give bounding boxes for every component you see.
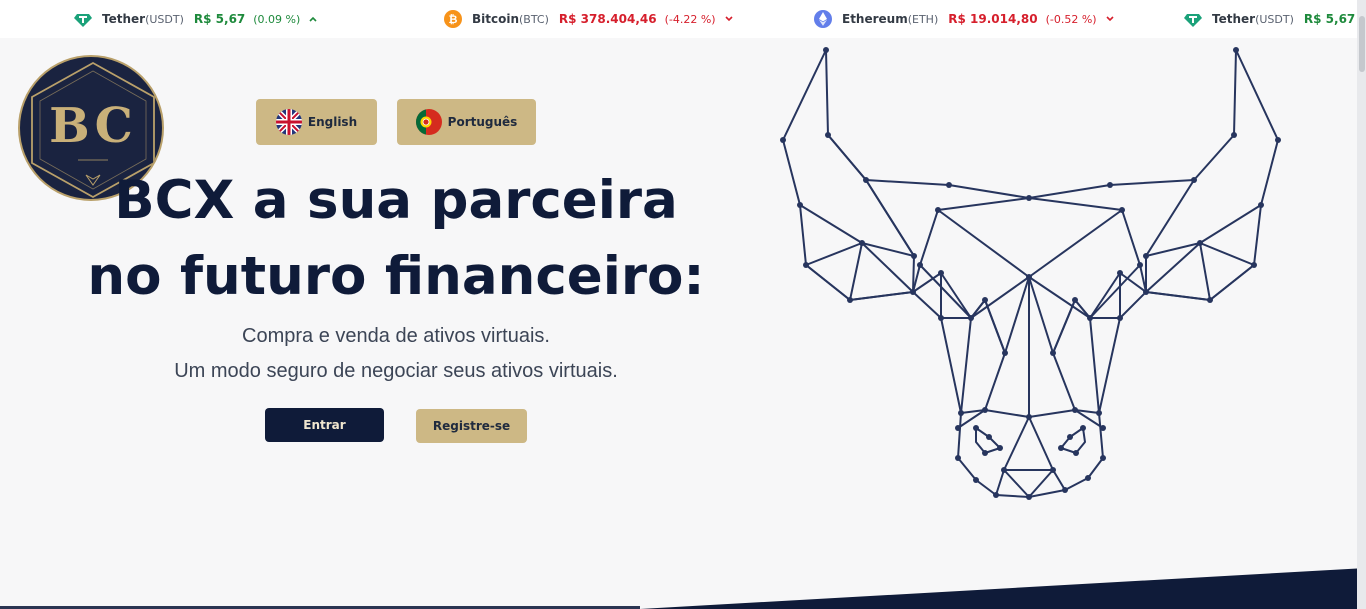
uk-flag-icon	[275, 109, 302, 135]
tether-icon	[74, 10, 92, 28]
language-english-label: English	[307, 115, 358, 129]
ticker-change: (-4.22 %)	[664, 12, 716, 26]
svg-text:₿: ₿	[449, 13, 458, 26]
ticker-coin-symbol: (BTC)	[519, 12, 549, 26]
ticker-item-tether[interactable]: Tether (USDT) R$ 5,67 (0.09 %)	[74, 0, 318, 38]
crypto-ticker: Tether (USDT) R$ 5,67 (0.09 %) ₿ Bitcoin…	[0, 0, 1366, 38]
ticker-coin-name: Bitcoin	[472, 12, 520, 26]
tether-icon	[1184, 10, 1202, 28]
register-button[interactable]: Registre-se	[416, 409, 527, 443]
ticker-coin-name: Tether	[102, 12, 146, 26]
hero-title: BCX a sua parceira no futuro financeiro:	[40, 163, 752, 315]
ticker-item-ethereum[interactable]: Ethereum (ETH) R$ 19.014,80 (-0.52 %)	[814, 0, 1115, 38]
logo-text: BC	[49, 98, 137, 154]
bull-illustration	[780, 47, 1281, 500]
chevron-down-icon	[1106, 16, 1114, 22]
hero-subtitle-line2: Um modo seguro de negociar seus ativos v…	[174, 360, 618, 382]
ticker-coin-symbol: (ETH)	[907, 12, 939, 26]
bottom-wave-decoration	[0, 568, 1366, 609]
portugal-flag-icon	[415, 109, 442, 135]
bitcoin-icon: ₿	[444, 10, 462, 28]
ticker-price: R$ 378.404,46	[558, 12, 657, 26]
ticker-coin-symbol: (USDT)	[1255, 12, 1294, 26]
ticker-item-bitcoin[interactable]: ₿ Bitcoin (BTC) R$ 378.404,46 (-4.22 %)	[444, 0, 734, 38]
ticker-change: (0.09 %)	[253, 12, 301, 26]
ticker-price: R$ 5,67	[193, 12, 246, 26]
ticker-change: (-0.52 %)	[1045, 12, 1097, 26]
ticker-coin-symbol: (USDT)	[145, 12, 184, 26]
ticker-item-tether[interactable]: Tether (USDT) R$ 5,67	[1184, 0, 1355, 38]
ticker-coin-name: Ethereum	[842, 12, 908, 26]
ethereum-icon	[814, 10, 832, 28]
language-portuguese-label: Português	[447, 115, 518, 129]
hero-title-line2: no futuro financeiro:	[87, 246, 705, 307]
login-button[interactable]: Entrar	[265, 408, 384, 442]
ticker-price: R$ 19.014,80	[948, 12, 1038, 26]
page-scrollbar[interactable]	[1357, 0, 1366, 609]
language-portuguese-button[interactable]: Português	[397, 99, 536, 145]
chevron-down-icon	[725, 16, 733, 22]
hero-subtitle-line1: Compra e venda de ativos virtuais.	[242, 325, 550, 347]
scrollbar-thumb[interactable]	[1359, 16, 1365, 72]
language-english-button[interactable]: English	[256, 99, 377, 145]
chevron-up-icon	[309, 16, 317, 22]
ticker-price: R$ 5,67	[1303, 12, 1356, 26]
hero-title-line1: BCX a sua parceira	[114, 170, 678, 231]
ticker-coin-name: Tether	[1212, 12, 1256, 26]
